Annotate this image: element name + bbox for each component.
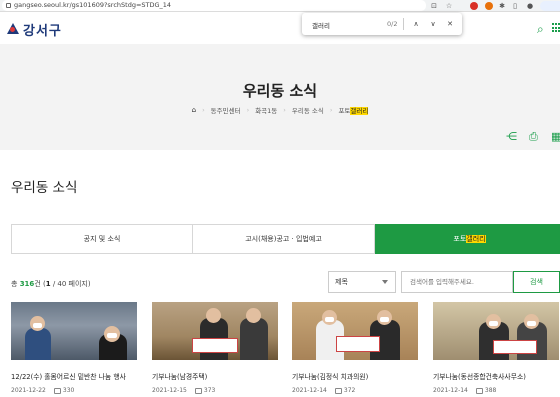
total-number: 316 [19, 280, 35, 288]
card-views: 330 [53, 387, 75, 394]
gallery-card[interactable]: 기부나눔(김정식 치과의원) 2021-12-14 372 [292, 302, 418, 394]
total-count: 총 316건 (1 / 40 페이지) [11, 279, 91, 289]
breadcrumb-separator: › [246, 106, 250, 114]
views-count: 372 [343, 387, 356, 394]
card-date: 2021-12-14 [433, 387, 468, 394]
chevron-down-icon [382, 280, 388, 284]
site-header: 강서구 ⌕ [0, 12, 560, 44]
menu-grid-icon[interactable] [552, 23, 560, 33]
search-type-select[interactable]: 제목 [328, 271, 396, 293]
gallery-thumbnail[interactable] [433, 302, 559, 360]
breadcrumb-item[interactable]: 화곡1동 [255, 105, 277, 115]
search-icon[interactable]: ⌕ [537, 22, 544, 37]
site-logo[interactable]: 강서구 [6, 20, 62, 39]
breadcrumb-item[interactable]: 우리동 소식 [292, 105, 324, 115]
tab-label-prefix: 포토 [453, 235, 467, 243]
views-count: 373 [203, 387, 216, 394]
page-total: / 40 페이지) [50, 280, 91, 288]
search-button[interactable]: 검색 [513, 271, 560, 293]
tab-announcement[interactable]: 고시(채용)공고 · 입법예고 [193, 224, 375, 254]
extension-icon[interactable] [485, 2, 493, 10]
views-count: 388 [484, 387, 497, 394]
profile-icon[interactable]: ● [526, 2, 534, 10]
find-next-button[interactable]: ∨ [427, 18, 439, 30]
breadcrumb: ⌂ › 동주민센터 › 화곡1동 › 우리동 소식 › 포토갤러리 [0, 105, 560, 115]
breadcrumb-item[interactable]: 동주민센터 [211, 105, 241, 115]
home-icon[interactable]: ⌂ [192, 106, 196, 114]
sidebar-icon[interactable]: ▯ [511, 2, 519, 10]
browser-toolbar: gangseo.seoul.kr/gs101609?srchStdg=STDG_… [0, 0, 560, 12]
find-prev-button[interactable]: ∧ [410, 18, 422, 30]
find-input[interactable]: 갤러리 [312, 20, 330, 30]
views-icon [334, 387, 342, 394]
breadcrumb-separator: › [202, 106, 205, 114]
tab-photo-gallery[interactable]: 포토갤러리 [375, 224, 560, 254]
card-meta: 2021-12-22 330 [11, 387, 137, 394]
card-meta: 2021-12-14 372 [292, 387, 418, 394]
logo-icon [6, 22, 20, 37]
card-date: 2021-12-22 [11, 387, 46, 394]
gallery-card[interactable]: 기부나눔(남경주택) 2021-12-15 373 [152, 302, 278, 394]
puzzle-icon[interactable]: ✱ [498, 2, 506, 10]
qr-icon[interactable]: ▦ [551, 130, 560, 143]
section-title: 우리동 소식 [11, 180, 78, 196]
search-type-value: 제목 [335, 278, 348, 286]
find-bar: 갤러리 0/2 ∧ ∨ ✕ [302, 13, 462, 35]
total-suffix: 건 ( [34, 280, 46, 288]
breadcrumb-separator: › [329, 106, 333, 114]
extension-icon[interactable] [470, 2, 478, 10]
gallery-thumbnail[interactable] [152, 302, 278, 360]
card-meta: 2021-12-14 388 [433, 387, 559, 394]
total-prefix: 총 [11, 280, 18, 288]
card-title[interactable]: 기부나눔(김정식 치과의원) [292, 371, 418, 381]
views-icon [475, 387, 483, 394]
breadcrumb-current: 포토갤러리 [338, 105, 369, 115]
print-icon[interactable]: ⎙ [529, 130, 538, 144]
views-count: 330 [62, 387, 75, 394]
page-title: 우리동 소식 [242, 82, 318, 100]
find-count: 0/2 [387, 20, 398, 28]
update-pill[interactable] [540, 1, 560, 11]
breadcrumb-current-prefix: 포토 [338, 107, 351, 115]
card-date: 2021-12-15 [152, 387, 187, 394]
lock-icon [6, 2, 11, 8]
tab-label-highlight: 갤러리 [466, 235, 486, 243]
card-title[interactable]: 기부나눔(동선종합건축사사무소) [433, 371, 559, 381]
hero-banner: 우리동 소식 ⌂ › 동주민센터 › 화곡1동 › 우리동 소식 › 포토갤러리… [0, 44, 560, 150]
gallery-thumbnail[interactable] [11, 302, 137, 360]
search-input[interactable] [401, 271, 513, 293]
tab-notice[interactable]: 공지 및 소식 [11, 224, 193, 254]
card-views: 373 [194, 387, 216, 394]
logo-text: 강서구 [23, 24, 62, 39]
address-text: gangseo.seoul.kr/gs101609?srchStdg=STDG_… [14, 1, 172, 9]
views-icon [194, 387, 202, 394]
translate-icon[interactable]: ⊡ [430, 2, 438, 10]
card-views: 388 [475, 387, 497, 394]
card-meta: 2021-12-15 373 [152, 387, 278, 394]
find-divider [403, 18, 404, 30]
breadcrumb-separator: › [283, 106, 286, 114]
card-date: 2021-12-14 [292, 387, 327, 394]
category-tabs: 공지 및 소식 고시(채용)공고 · 입법예고 포토갤러리 [11, 224, 560, 254]
gallery-card[interactable]: 12/22(수) 홀몸어르신 밑반찬 나눔 행사 2021-12-22 330 [11, 302, 137, 394]
gallery-card[interactable]: 기부나눔(동선종합건축사사무소) 2021-12-14 388 [433, 302, 559, 394]
breadcrumb-current-highlight: 갤러리 [350, 107, 369, 115]
card-title[interactable]: 기부나눔(남경주택) [152, 371, 278, 381]
star-icon[interactable]: ☆ [445, 2, 453, 10]
gallery-thumbnail[interactable] [292, 302, 418, 360]
find-close-button[interactable]: ✕ [444, 18, 456, 30]
share-icon[interactable]: ⋲ [506, 130, 517, 143]
views-icon [53, 387, 61, 394]
card-title[interactable]: 12/22(수) 홀몸어르신 밑반찬 나눔 행사 [11, 371, 137, 381]
card-views: 372 [334, 387, 356, 394]
address-bar[interactable]: gangseo.seoul.kr/gs101609?srchStdg=STDG_… [2, 0, 426, 11]
